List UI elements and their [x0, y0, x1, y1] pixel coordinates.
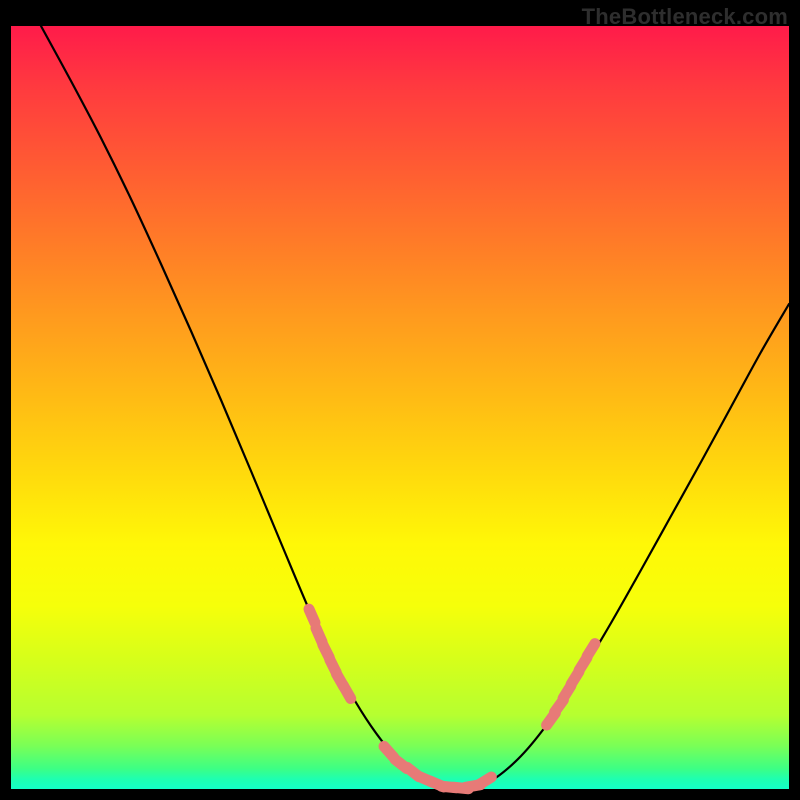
chart-svg	[11, 26, 789, 789]
bottleneck-curve	[41, 26, 789, 788]
watermark-text: TheBottleneck.com	[582, 4, 788, 30]
curve-marker	[343, 685, 350, 698]
curve-marker	[587, 644, 595, 657]
plot-area	[11, 26, 789, 789]
marker-group	[309, 609, 595, 789]
chart-frame: TheBottleneck.com	[0, 0, 800, 800]
curve-marker	[479, 777, 492, 785]
curve-marker	[309, 609, 315, 623]
